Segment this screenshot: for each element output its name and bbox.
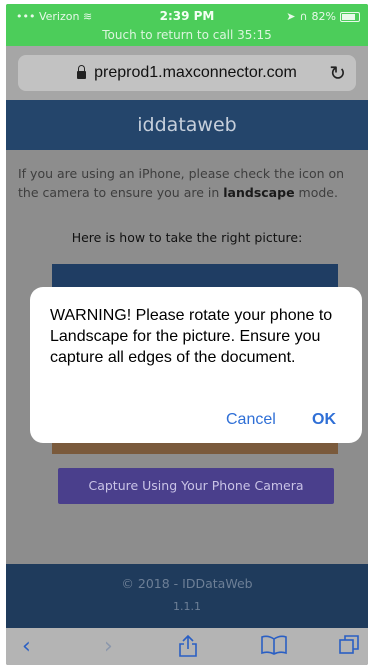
headphones-icon: ∩ bbox=[299, 10, 308, 23]
lock-icon bbox=[77, 65, 87, 79]
reload-icon[interactable]: ↻ bbox=[329, 61, 346, 86]
url-text: preprod1.maxconnector.com bbox=[94, 64, 297, 81]
footer-version: 1.1.1 bbox=[173, 600, 201, 613]
phone-screen: ••• Verizon ≋ 2:39 PM ➤ ∩ 82% Touch to r… bbox=[6, 4, 368, 665]
browser-address-area: preprod1.maxconnector.com ↻ bbox=[6, 46, 368, 100]
share-icon[interactable] bbox=[178, 634, 198, 664]
ok-button[interactable]: OK bbox=[312, 411, 336, 429]
status-right: ➤ ∩ 82% bbox=[286, 10, 360, 23]
return-to-call-banner[interactable]: Touch to return to call 35:15 bbox=[6, 28, 368, 42]
status-bar: ••• Verizon ≋ 2:39 PM ➤ ∩ 82% Touch to r… bbox=[6, 4, 368, 46]
intro-text: If you are using an iPhone, please check… bbox=[18, 164, 358, 202]
site-title: iddataweb bbox=[137, 114, 237, 136]
browser-toolbar: ‹ › bbox=[6, 628, 368, 665]
rotate-warning-dialog: WARNING! Please rotate your phone to Lan… bbox=[30, 287, 362, 443]
capture-camera-button[interactable]: Capture Using Your Phone Camera bbox=[58, 468, 334, 504]
forward-icon[interactable]: › bbox=[104, 634, 113, 659]
battery-icon bbox=[340, 11, 360, 22]
intro-text-end: mode. bbox=[294, 185, 338, 200]
site-footer: © 2018 - IDDataWeb 1.1.1 bbox=[6, 564, 368, 628]
battery-percent: 82% bbox=[311, 10, 336, 23]
bookmarks-icon[interactable] bbox=[260, 634, 288, 662]
site-header: iddataweb bbox=[6, 100, 368, 150]
intro-text-bold: landscape bbox=[223, 185, 295, 200]
address-bar[interactable]: preprod1.maxconnector.com ↻ bbox=[18, 55, 356, 91]
howto-heading: Here is how to take the right picture: bbox=[71, 230, 303, 245]
cancel-button[interactable]: Cancel bbox=[226, 411, 276, 429]
footer-copyright: © 2018 - IDDataWeb bbox=[121, 576, 253, 591]
dialog-message: WARNING! Please rotate your phone to Lan… bbox=[50, 307, 333, 366]
location-icon: ➤ bbox=[286, 10, 296, 23]
back-icon[interactable]: ‹ bbox=[22, 634, 31, 659]
tabs-icon[interactable] bbox=[338, 634, 360, 662]
